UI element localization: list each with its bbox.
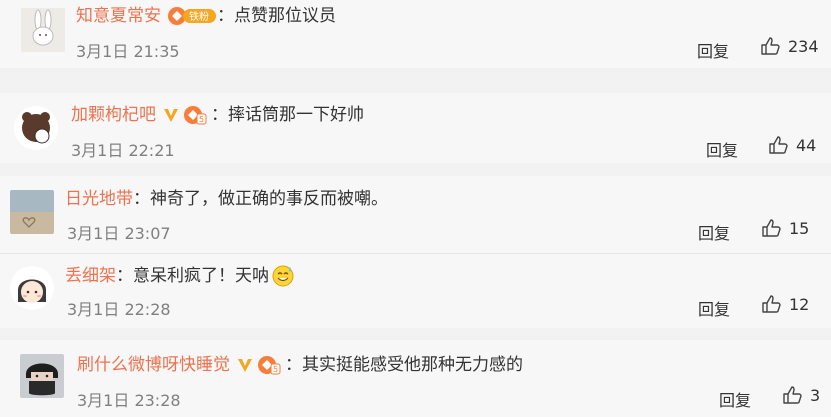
comment-text: ：神奇了，做正确的事反而被嘲。: [133, 189, 388, 209]
comment-time: 3月1日 22:28: [67, 300, 171, 319]
like-count: 44: [796, 135, 817, 155]
username[interactable]: 刷什么微博呀快睡觉: [77, 354, 230, 376]
reply-button[interactable]: 回复: [697, 38, 729, 62]
level-5-icon[interactable]: 5: [257, 355, 281, 375]
comment-time: 3月1日 23:28: [77, 391, 181, 410]
like-count: 3: [810, 385, 821, 405]
rabbit-avatar[interactable]: [21, 8, 65, 52]
svg-text:5: 5: [199, 115, 204, 124]
reply-button[interactable]: 回复: [698, 220, 730, 244]
comment-text: ：摔话筒那一下好帅: [211, 105, 364, 125]
comment-text: ：其实挺能感受他那种无力感的: [285, 355, 523, 375]
thumbs-up-icon: [761, 37, 780, 55]
like-count: 12: [789, 294, 810, 314]
fan-badge-label: 铁粉: [189, 10, 209, 23]
divider: [0, 253, 831, 254]
verified-v-icon[interactable]: [162, 106, 180, 124]
like-button[interactable]: 12: [761, 294, 809, 314]
comment-card-1: 知意夏常安 铁粉 ：点赞那位议员 3月1日 21:35 回复 234: [0, 0, 831, 68]
level-5-icon[interactable]: 5: [183, 105, 207, 125]
comment-time: 3月1日 21:35: [76, 42, 180, 61]
reply-button[interactable]: 回复: [719, 387, 751, 411]
bear-avatar[interactable]: [14, 106, 58, 150]
username[interactable]: 丢细架: [65, 265, 116, 287]
comment-card-2: 加颗枸杞吧 5 ：摔话筒那一下好帅 3月1日 22:21 回复 44: [0, 93, 831, 163]
svg-text:5: 5: [273, 365, 278, 374]
reply-button[interactable]: 回复: [706, 137, 738, 161]
like-button[interactable]: 44: [768, 135, 816, 155]
like-button[interactable]: 15: [761, 218, 809, 238]
like-button[interactable]: 234: [760, 36, 819, 56]
thumbs-up-icon: [769, 136, 788, 154]
thumbs-up-icon: [762, 219, 781, 237]
comment-time: 3月1日 22:21: [71, 141, 175, 160]
reply-button[interactable]: 回复: [698, 296, 730, 320]
fan-badge-icon[interactable]: 铁粉: [167, 6, 217, 26]
like-count: 15: [789, 218, 810, 238]
username[interactable]: 知意夏常安: [76, 5, 161, 27]
cartoon-girl-avatar[interactable]: [10, 266, 54, 310]
sweat-smile-emoji-icon: [271, 264, 295, 288]
beach-heart-avatar[interactable]: [10, 190, 54, 234]
comment-card-5: 刷什么微博呀快睡觉 5 ：其实挺能感受他那种无力感的 3月1日 23:28 回复…: [0, 340, 831, 417]
comment-text: ：点赞那位议员: [217, 6, 336, 26]
verified-v-icon[interactable]: [236, 356, 254, 374]
comment-text: ：意呆利疯了！天呐: [116, 266, 269, 286]
comment-time: 3月1日 23:07: [67, 224, 171, 243]
like-button[interactable]: 3: [782, 385, 820, 405]
username[interactable]: 日光地带: [65, 188, 133, 210]
like-count: 234: [788, 36, 819, 56]
thumbs-up-icon: [762, 295, 781, 313]
masked-person-avatar[interactable]: [20, 354, 64, 398]
username[interactable]: 加颗枸杞吧: [71, 104, 156, 126]
thumbs-up-icon: [783, 386, 802, 404]
